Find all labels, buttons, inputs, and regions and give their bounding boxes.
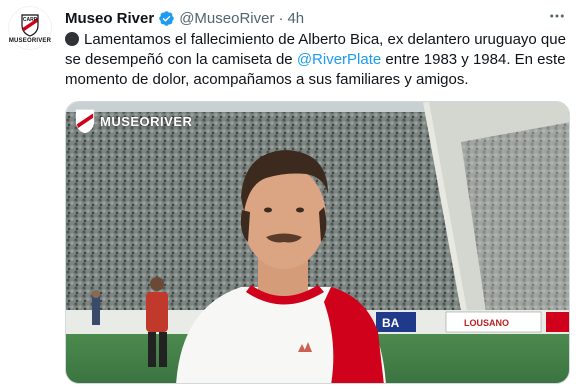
- verified-badge-icon: [159, 10, 174, 26]
- avatar-wordmark: MUSEORIVER: [8, 37, 52, 44]
- ad-board-text: BA: [382, 316, 400, 330]
- ad-board-text: LOUSANO: [464, 318, 509, 328]
- river-plate-crest-icon: [75, 109, 95, 134]
- user-handle[interactable]: @MuseoRiver: [179, 10, 274, 27]
- display-name[interactable]: Museo River: [65, 10, 154, 27]
- more-options-button[interactable]: [544, 6, 570, 26]
- more-horizontal-icon: [550, 14, 564, 18]
- tweet-header: Museo River @MuseoRiver · 4h: [65, 8, 538, 28]
- tweet-text: Lamentamos el fallecimiento de Alberto B…: [65, 30, 570, 90]
- avatar[interactable]: CARP MUSEORIVER: [8, 6, 52, 50]
- river-plate-crest-icon: CARP: [21, 13, 39, 37]
- watermark-text: MUSEORIVER: [100, 113, 193, 129]
- museo-river-watermark: MUSEORIVER: [74, 108, 192, 134]
- tweet-media-photo[interactable]: BA LOUSANO MUSEORIVER: [65, 101, 570, 384]
- timestamp[interactable]: 4h: [287, 10, 304, 27]
- separator-dot: ·: [278, 9, 284, 27]
- svg-text:CARP: CARP: [23, 17, 38, 23]
- player-photo: BA LOUSANO: [66, 102, 569, 383]
- mention-link[interactable]: @RiverPlate: [297, 51, 381, 68]
- black-circle-emoji-icon: [65, 32, 79, 46]
